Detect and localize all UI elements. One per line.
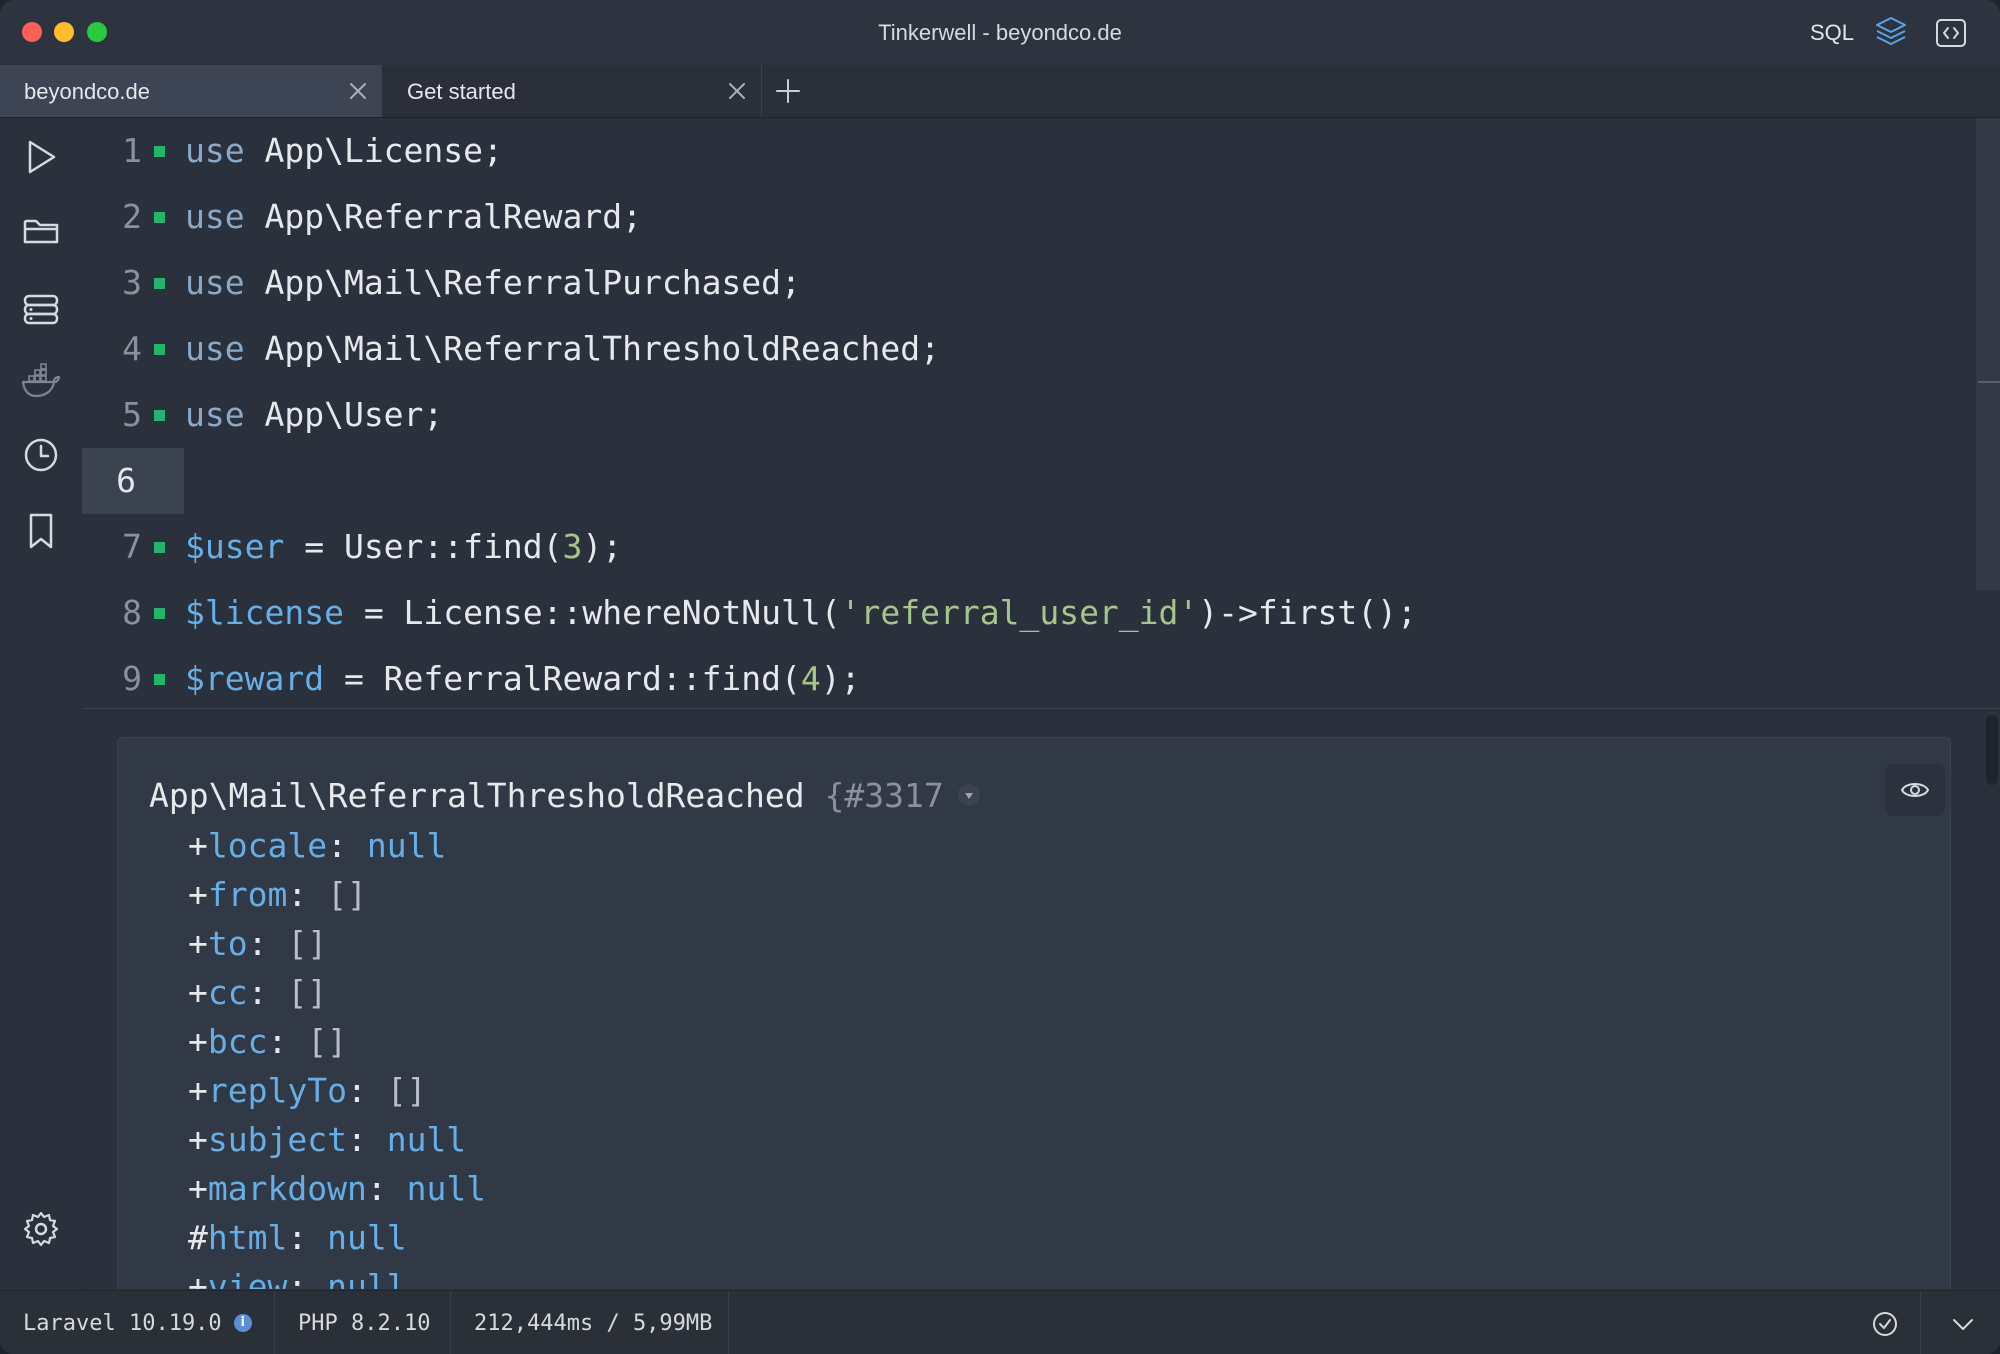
executed-marker (154, 410, 165, 421)
tab-label: beyondco.de (24, 79, 150, 104)
dump-property: +from: [] (188, 875, 367, 914)
settings-icon[interactable] (20, 1208, 62, 1250)
toggle-visibility-button[interactable] (1885, 764, 1945, 816)
tab-label: Get started (407, 79, 516, 104)
eye-icon (1900, 783, 1930, 797)
code-line: 5 use App\User; (82, 382, 1976, 448)
executed-marker (154, 674, 165, 685)
line-number: 7 (122, 527, 142, 566)
executed-marker (154, 344, 165, 355)
line-number: 8 (122, 593, 142, 632)
line-number: 5 (122, 395, 142, 434)
dump-property: +bcc: [] (188, 1022, 347, 1061)
code-text: use App\Mail\ReferralThresholdReached; (185, 329, 940, 368)
code-text: $license = License::whereNotNull('referr… (185, 593, 1417, 632)
php-version: PHP 8.2.10 (298, 1310, 431, 1336)
title-bar: Tinkerwell - beyondco.de SQL (0, 0, 2000, 66)
line-number: 4 (122, 329, 142, 368)
performance-stats: 212,444ms / 5,99MB (474, 1310, 713, 1336)
expand-toggle[interactable] (957, 783, 980, 806)
run-icon[interactable] (20, 136, 62, 178)
dump-property: +replyTo: [] (188, 1071, 427, 1110)
status-separator (450, 1291, 451, 1354)
chevron-down-icon[interactable] (1948, 1309, 1978, 1339)
code-line: 8 $license = License::whereNotNull('refe… (82, 580, 1976, 646)
line-number: 6 (116, 461, 136, 500)
line-number: 9 (122, 659, 142, 698)
history-icon[interactable] (20, 434, 62, 476)
code-line: 4 use App\Mail\ReferralThresholdReached; (82, 316, 1976, 382)
tab-bar: beyondco.de Get started (0, 65, 2000, 118)
status-separator (1920, 1291, 1921, 1354)
status-bar: Laravel 10.19.0 i PHP 8.2.10 212,444ms /… (0, 1290, 2000, 1354)
dump-property: +markdown: null (188, 1169, 487, 1208)
tab-beyondco[interactable]: beyondco.de (0, 65, 382, 117)
status-separator (728, 1291, 729, 1354)
add-tab-icon[interactable] (774, 77, 802, 105)
dump-property: +to: [] (188, 924, 328, 963)
line-number: 2 (122, 197, 142, 236)
code-line: 1 use App\License; (82, 118, 1976, 184)
dump-property: +locale: null (188, 826, 447, 865)
current-code-line: 6 (82, 448, 1976, 514)
tab-get-started[interactable]: Get started (383, 65, 762, 117)
executed-marker (154, 146, 165, 157)
sidebar (0, 118, 83, 1290)
executed-marker (154, 542, 165, 553)
docker-icon[interactable] (20, 360, 62, 402)
output-panel: App\Mail\ReferralThresholdReached {#3317… (82, 709, 2000, 1289)
code-view-icon[interactable] (1934, 16, 1968, 50)
code-line: 9 $reward = ReferralReward::find(4); (82, 646, 1976, 712)
app-window: Tinkerwell - beyondco.de SQL beyondco.de… (0, 0, 2000, 1354)
dump-property: +view: null (188, 1267, 407, 1289)
editor-scrollbar[interactable] (1976, 118, 2000, 590)
dump-class-header: App\Mail\ReferralThresholdReached {#3317 (149, 776, 980, 815)
code-line: 7 $user = User::find(3); (82, 514, 1976, 580)
folder-icon[interactable] (20, 210, 62, 252)
close-tab-icon[interactable] (348, 81, 368, 101)
database-icon[interactable] (20, 288, 62, 330)
window-title: Tinkerwell - beyondco.de (878, 20, 1122, 45)
dump-property: +cc: [] (188, 973, 328, 1012)
line-number: 1 (122, 131, 142, 170)
layers-icon[interactable] (1873, 14, 1909, 50)
code-text: use App\ReferralReward; (185, 197, 642, 236)
code-line: 2 use App\ReferralReward; (82, 184, 1976, 250)
code-text: use App\Mail\ReferralPurchased; (185, 263, 801, 302)
code-text: $reward = ReferralReward::find(4); (185, 659, 861, 698)
dump-property: #html: null (188, 1218, 407, 1257)
info-icon[interactable]: i (233, 1314, 252, 1332)
status-separator (274, 1291, 275, 1354)
scrollbar-marker (1978, 381, 2000, 383)
executed-marker (154, 608, 165, 619)
executed-marker (154, 278, 165, 289)
dump-output: App\Mail\ReferralThresholdReached {#3317… (117, 737, 1951, 1289)
object-id: #3317 (844, 776, 944, 815)
code-text: use App\License; (185, 131, 503, 170)
close-tab-icon[interactable] (727, 81, 747, 101)
line-number: 3 (122, 263, 142, 302)
sql-button[interactable]: SQL (1810, 20, 1854, 46)
code-text: use App\User; (185, 395, 444, 434)
code-editor[interactable]: 1 use App\License; 2 use App\ReferralRew… (82, 118, 1976, 708)
code-text: $user = User::find(3); (185, 527, 623, 566)
dump-property: +subject: null (188, 1120, 467, 1159)
executed-marker (154, 212, 165, 223)
laravel-version[interactable]: Laravel 10.19.0 i (23, 1291, 252, 1354)
code-line: 3 use App\Mail\ReferralPurchased; (82, 250, 1976, 316)
check-circle-icon[interactable] (1870, 1309, 1900, 1339)
output-scrollbar[interactable] (1986, 715, 1998, 785)
bookmark-icon[interactable] (20, 510, 62, 552)
